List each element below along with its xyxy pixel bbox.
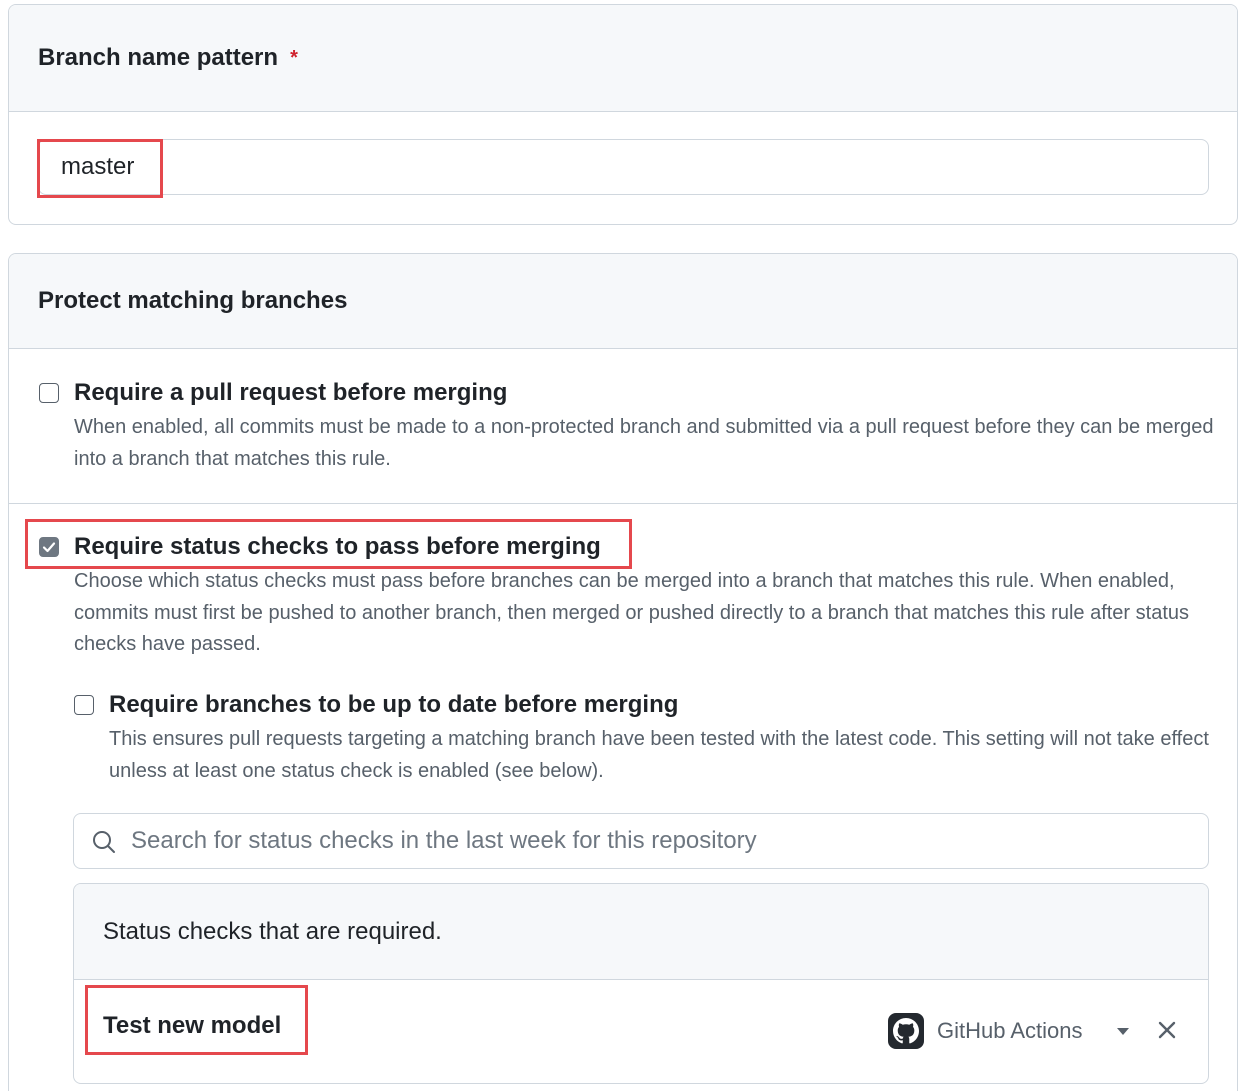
checkmark-icon (42, 542, 56, 553)
protect-matching-branches-header: Protect matching branches (9, 254, 1237, 349)
check-source-label: GitHub Actions (937, 1018, 1083, 1043)
status-check-search-placeholder: Search for status checks in the last wee… (131, 827, 757, 854)
branch-name-pattern-panel: Branch name pattern * master (8, 4, 1238, 225)
required-status-checks-panel: Status checks that are required. Test ne… (73, 883, 1209, 1084)
close-icon[interactable] (1157, 1020, 1177, 1040)
require-up-to-date-title[interactable]: Require branches to be up to date before… (109, 691, 678, 719)
require-up-to-date-description: This ensures pull requests targeting a m… (109, 728, 1209, 782)
required-check-name: Test new model (103, 1012, 282, 1039)
protect-matching-branches-panel: Protect matching branches Require a pull… (8, 253, 1238, 1091)
require-pull-request-checkbox[interactable] (39, 383, 59, 403)
protect-matching-branches-label: Protect matching branches (38, 287, 348, 314)
require-pull-request-description: When enabled, all commits must be made t… (74, 416, 1214, 470)
require-status-checks-title[interactable]: Require status checks to pass before mer… (74, 533, 601, 561)
require-status-checks-description: Choose which status checks must pass bef… (74, 570, 1190, 655)
branch-name-pattern-input[interactable]: master (38, 139, 1209, 195)
branch-name-pattern-label: Branch name pattern (38, 44, 279, 71)
require-status-checks-checkbox[interactable] (39, 537, 59, 557)
caret-down-icon[interactable] (1117, 1028, 1129, 1035)
branch-name-pattern-value: master (61, 153, 135, 180)
required-status-checks-header: Status checks that are required. (74, 884, 1208, 980)
branch-name-pattern-header: Branch name pattern * (9, 5, 1237, 112)
required-status-checks-label: Status checks that are required. (103, 917, 442, 945)
require-pull-request-title[interactable]: Require a pull request before merging (74, 379, 507, 407)
required-marker: * (290, 46, 298, 69)
require-up-to-date-checkbox[interactable] (74, 695, 94, 715)
status-check-search-input[interactable]: Search for status checks in the last wee… (73, 813, 1209, 869)
github-logo-icon (888, 1013, 924, 1049)
search-icon (93, 831, 115, 853)
section-divider (9, 503, 1237, 504)
